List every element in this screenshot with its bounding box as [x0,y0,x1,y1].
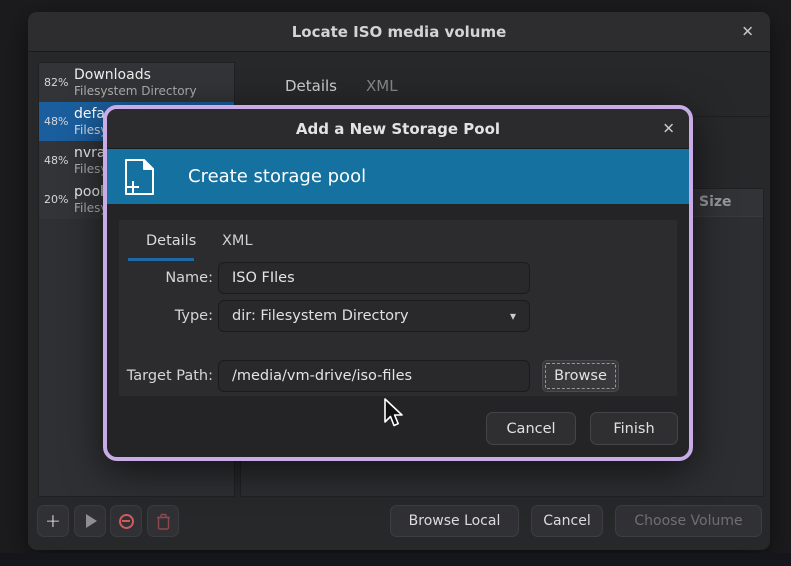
size-column-header[interactable]: Size [699,194,732,210]
browse-local-label: Browse Local [409,513,501,529]
browse-label: Browse [554,368,607,384]
delete-pool-button[interactable] [147,505,179,537]
window-title: Locate ISO media volume [292,23,507,41]
name-input[interactable] [218,262,530,294]
stop-circle-icon [119,514,134,529]
desktop-background [0,553,791,566]
type-selected-value: dir: Filesystem Directory [232,308,409,324]
tab-details[interactable]: Details [285,77,337,95]
plus-icon: + [45,512,61,531]
start-pool-button[interactable] [74,505,106,537]
browse-button[interactable]: Browse [542,360,619,392]
cancel-label: Cancel [543,513,590,529]
pool-usage-percent: 48% [44,115,68,128]
pool-name: Downloads [74,67,151,83]
cancel-button[interactable]: Cancel [531,505,603,537]
close-icon[interactable]: ✕ [741,24,754,39]
dialog-cancel-label: Cancel [506,421,555,437]
pool-type: Filesystem Directory [74,84,197,98]
banner-title: Create storage pool [188,166,366,187]
window-titlebar[interactable]: Locate ISO media volume ✕ [28,12,770,52]
pool-usage-percent: 48% [44,154,68,167]
stop-pool-button[interactable] [110,505,142,537]
dialog-tab-details[interactable]: Details [146,233,196,249]
dialog-finish-button[interactable]: Finish [590,412,678,445]
chevron-down-icon: ▾ [510,309,516,323]
browse-local-button[interactable]: Browse Local [390,505,519,537]
dialog-cancel-button[interactable]: Cancel [486,412,576,445]
pool-usage-percent: 82% [44,76,68,89]
choose-volume-label: Choose Volume [634,513,742,529]
dialog-close-icon[interactable]: ✕ [662,121,675,136]
pool-name: defa [74,106,105,122]
dialog-tab-xml[interactable]: XML [222,233,253,249]
type-label: Type: [113,308,213,324]
pool-row-downloads[interactable]: 82% Downloads Filesystem Directory [39,63,234,102]
dialog-finish-label: Finish [613,421,654,437]
pool-name: pool [74,184,104,200]
pool-usage-percent: 20% [44,193,68,206]
play-icon [86,514,97,528]
dialog-active-tab-underline [128,258,194,261]
name-label: Name: [113,270,213,286]
target-path-input[interactable] [218,360,530,392]
dialog-title: Add a New Storage Pool [296,120,500,138]
pool-name: nvra [74,145,106,161]
trash-icon [156,513,171,530]
dialog-titlebar[interactable]: Add a New Storage Pool ✕ [107,109,689,149]
new-file-icon [122,157,160,197]
tab-xml[interactable]: XML [366,77,398,95]
add-pool-button[interactable]: + [37,505,69,537]
type-dropdown[interactable]: dir: Filesystem Directory ▾ [218,300,530,332]
dialog-banner: Create storage pool [107,149,689,204]
mouse-cursor [383,398,405,430]
target-path-label: Target Path: [113,368,213,384]
choose-volume-button[interactable]: Choose Volume [615,505,762,537]
